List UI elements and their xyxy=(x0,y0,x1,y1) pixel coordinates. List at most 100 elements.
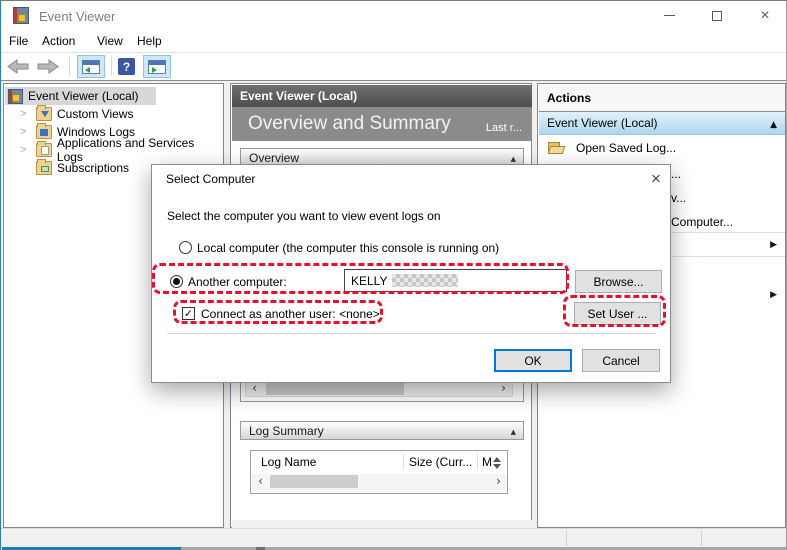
maximize-icon xyxy=(712,10,722,21)
column-separator[interactable] xyxy=(403,454,404,470)
last-refreshed-label: Last r... xyxy=(485,122,522,134)
overview-section-label: Overview xyxy=(249,150,300,165)
minimize-icon xyxy=(663,15,675,16)
show-console-tree-button[interactable] xyxy=(77,55,105,78)
back-button[interactable] xyxy=(7,59,29,74)
tree-item-label: Subscriptions xyxy=(57,161,130,175)
radio-another-computer-label[interactable]: Another computer: xyxy=(188,275,287,289)
browse-button-label: Browse... xyxy=(593,274,644,289)
column-header-m[interactable]: M xyxy=(482,455,492,469)
status-bar xyxy=(1,528,786,547)
scrollbar-thumb[interactable] xyxy=(270,475,358,488)
scrollbar-thumb[interactable] xyxy=(266,382,404,395)
collapse-group-icon[interactable]: ▲ xyxy=(770,120,777,130)
menu-view[interactable]: View xyxy=(97,34,123,50)
page-title: Overview and Summary xyxy=(248,113,451,134)
windows-logs-folder-icon xyxy=(36,123,52,139)
toolbar: ? xyxy=(1,52,786,81)
subscriptions-folder-icon xyxy=(36,159,52,175)
column-scroll-spinner[interactable] xyxy=(493,457,501,469)
spin-down-icon xyxy=(493,464,501,469)
scroll-right-icon[interactable]: › xyxy=(496,382,511,395)
results-panel-header: Event Viewer (Local) xyxy=(232,85,532,107)
set-user-button-label: Set User ... xyxy=(587,306,648,321)
action-label: Open Saved Log... xyxy=(576,141,677,155)
log-summary-section-header[interactable]: Log Summary ▲ xyxy=(240,421,524,440)
action-label-fragment: ... xyxy=(671,167,682,181)
close-button[interactable]: × xyxy=(742,1,786,30)
dialog-instruction: Select the computer you want to view eve… xyxy=(167,209,441,223)
select-computer-dialog: Select Computer × Select the computer yo… xyxy=(151,164,671,383)
actions-header: Actions xyxy=(539,85,785,112)
title-bar: Event Viewer × xyxy=(1,1,786,31)
dialog-separator xyxy=(167,333,656,334)
scroll-left-icon[interactable]: ‹ xyxy=(253,475,268,488)
maximize-button[interactable] xyxy=(694,1,740,30)
collapse-arrow-icon[interactable]: ▲ xyxy=(511,155,516,163)
browse-button[interactable]: Browse... xyxy=(575,270,662,293)
connect-as-another-user-label[interactable]: Connect as another user: <none> xyxy=(201,307,380,321)
tree-item-custom-views[interactable]: > Custom Views xyxy=(20,105,133,123)
set-user-button[interactable]: Set User ... xyxy=(574,302,661,325)
menu-file[interactable]: File xyxy=(9,34,28,50)
scroll-left-icon[interactable]: ‹ xyxy=(247,382,262,395)
panel-footer-strip xyxy=(232,520,532,528)
expand-chevron-icon[interactable]: > xyxy=(20,108,30,120)
help-icon: ? xyxy=(118,58,135,75)
tree-item-event-viewer-local[interactable]: Event Viewer (Local) xyxy=(8,87,139,105)
open-folder-icon xyxy=(547,141,566,155)
column-separator[interactable] xyxy=(477,454,478,470)
dialog-close-button[interactable]: × xyxy=(642,165,670,192)
close-icon: × xyxy=(760,6,770,24)
tree-item-label: Custom Views xyxy=(57,107,134,121)
computer-name-value: KELLY xyxy=(351,273,388,288)
log-summary-horizontal-scrollbar[interactable]: ‹ › xyxy=(252,474,507,491)
show-action-pane-button[interactable] xyxy=(143,55,171,78)
submenu-arrow-icon: ▶ xyxy=(770,240,777,250)
collapse-arrow-icon[interactable]: ▲ xyxy=(511,428,516,436)
menu-help[interactable]: Help xyxy=(137,34,162,50)
ok-button-label: OK xyxy=(524,353,542,368)
expand-chevron-icon[interactable]: > xyxy=(20,126,30,138)
custom-views-folder-icon xyxy=(36,105,52,121)
redacted-text-blur xyxy=(392,274,459,287)
help-button[interactable]: ? xyxy=(118,58,135,75)
column-header-size[interactable]: Size (Curr... xyxy=(409,455,472,469)
applications-logs-folder-icon xyxy=(35,141,52,157)
tree-root-label: Event Viewer (Local) xyxy=(28,89,139,103)
toolbar-separator xyxy=(69,57,70,76)
back-arrow-icon xyxy=(7,59,29,74)
forward-arrow-icon xyxy=(37,59,59,74)
log-summary-table: Log Name Size (Curr... M ‹ › xyxy=(250,450,508,494)
console-tree-icon xyxy=(82,59,100,74)
menu-action[interactable]: Action xyxy=(42,34,75,50)
event-viewer-app-icon xyxy=(13,7,31,25)
scroll-right-icon[interactable]: › xyxy=(491,475,506,488)
spin-up-icon xyxy=(493,457,501,462)
minimize-button[interactable] xyxy=(646,1,692,30)
action-open-saved-log[interactable]: Open Saved Log... xyxy=(539,136,785,160)
radio-local-computer-label[interactable]: Local computer (the computer this consol… xyxy=(197,241,499,255)
computer-name-input[interactable]: KELLY xyxy=(344,269,567,292)
actions-group-header[interactable]: Event Viewer (Local) ▲ xyxy=(539,112,785,135)
tree-item-applications-services-logs[interactable]: > Applications and Services Logs xyxy=(20,136,223,164)
overview-summary-band: Overview and Summary Last r... xyxy=(232,107,532,141)
column-header-log-name[interactable]: Log Name xyxy=(261,455,316,469)
connect-as-another-user-checkbox[interactable]: ✓ xyxy=(182,307,195,320)
forward-button[interactable] xyxy=(37,59,59,74)
event-viewer-node-icon xyxy=(8,88,23,104)
status-bar-separator xyxy=(701,531,702,546)
cancel-button-label: Cancel xyxy=(602,353,640,368)
ok-button[interactable]: OK xyxy=(494,349,572,372)
cancel-button[interactable]: Cancel xyxy=(582,349,660,372)
dialog-title-bar: Select Computer × xyxy=(152,165,670,193)
radio-another-computer[interactable] xyxy=(170,275,183,288)
actions-group-label: Event Viewer (Local) xyxy=(547,116,658,130)
dialog-title: Select Computer xyxy=(166,172,256,186)
tree-item-subscriptions[interactable]: > Subscriptions xyxy=(20,159,129,177)
close-icon: × xyxy=(651,168,661,188)
submenu-arrow-icon: ▶ xyxy=(770,290,777,300)
expand-chevron-icon[interactable]: > xyxy=(20,144,30,156)
radio-local-computer[interactable] xyxy=(179,241,192,254)
window-title: Event Viewer xyxy=(39,9,116,24)
